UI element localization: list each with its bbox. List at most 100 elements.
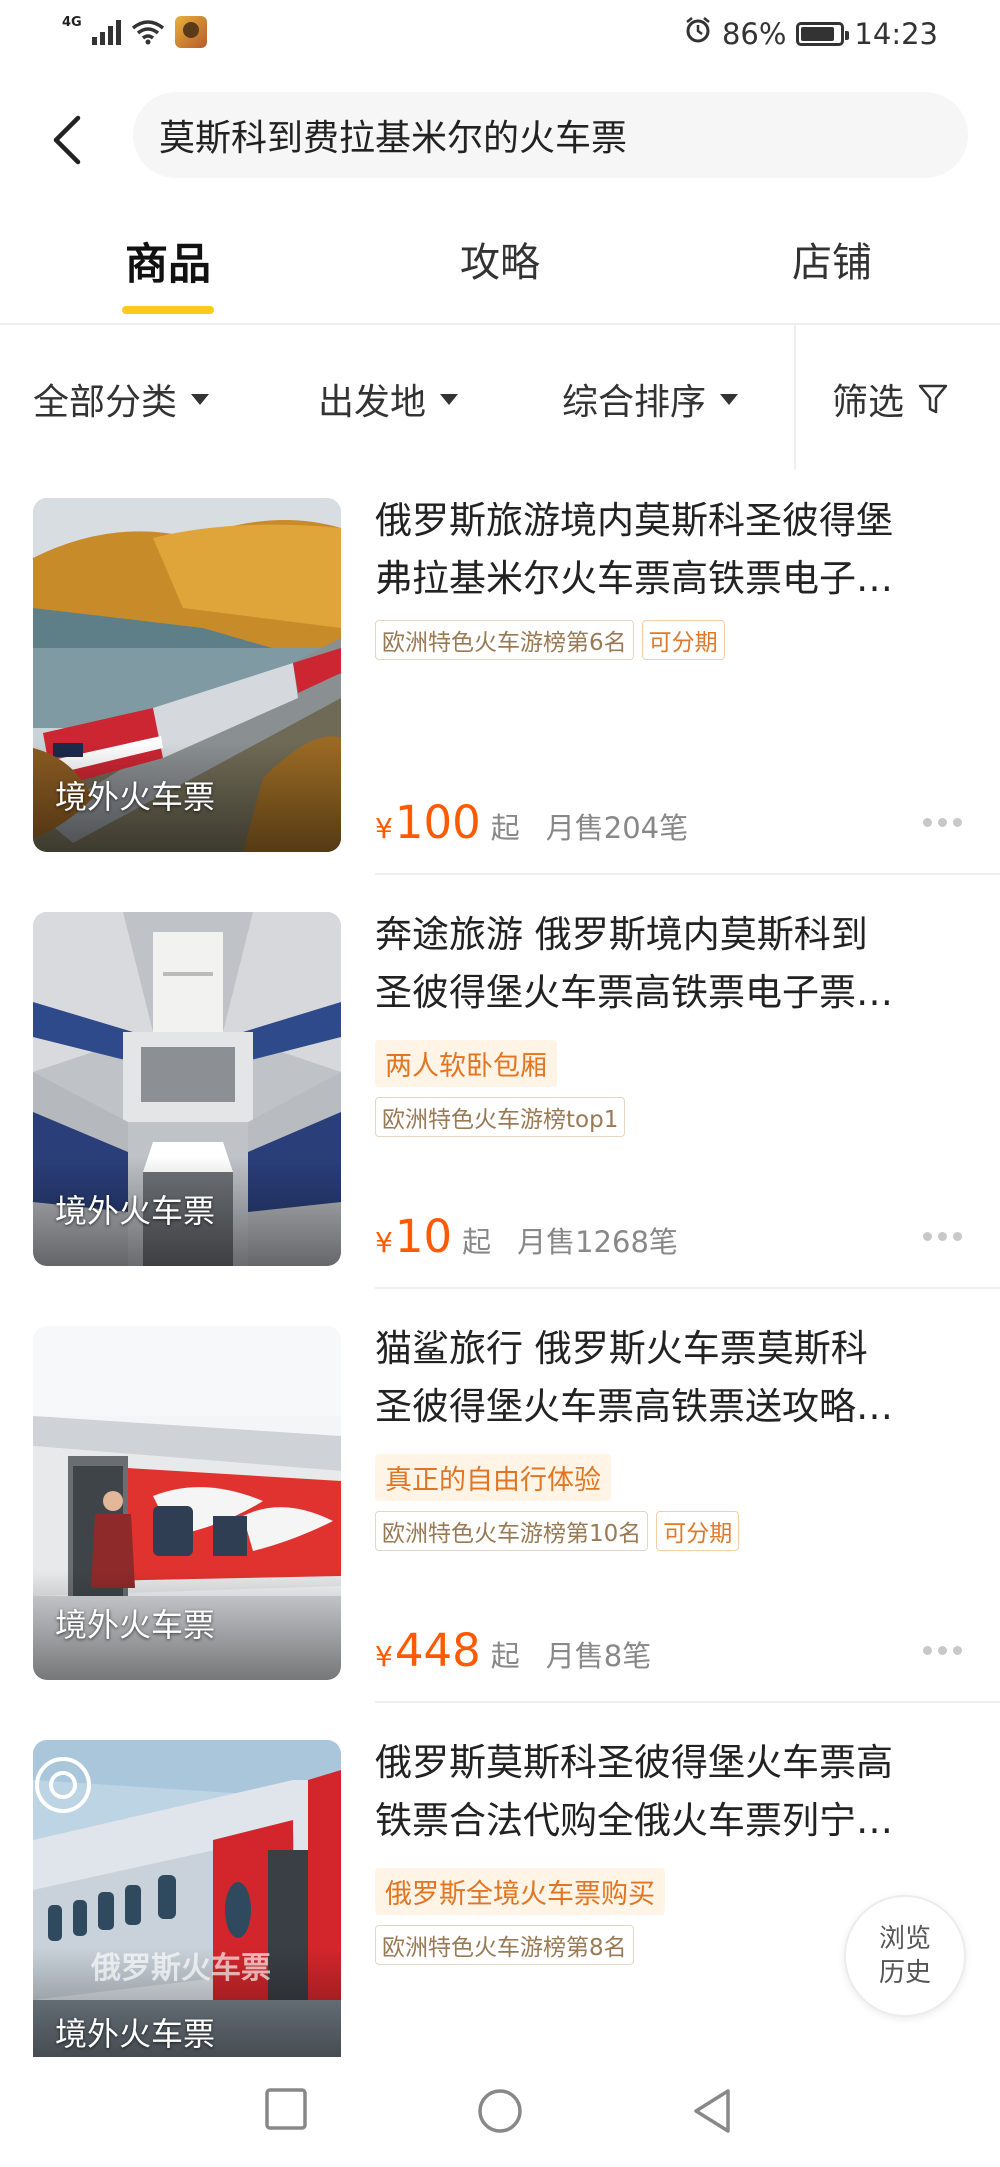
- ranking-tag: 欧洲特色火车游榜第10名: [375, 1511, 649, 1551]
- price: 10: [394, 1210, 453, 1263]
- category-filter-label: 全部分类: [33, 382, 178, 423]
- filter-bar: 全部分类 出发地 综合排序 筛选: [0, 325, 1000, 470]
- image-watermark: 俄罗斯火车票: [91, 1951, 271, 1986]
- product-card[interactable]: 境外火车票 奔途旅游 俄罗斯境内莫斯科到 圣彼得堡火车票高铁票电子票… 两人软卧…: [0, 912, 1000, 1324]
- home-button[interactable]: [476, 2087, 524, 2139]
- tab-guides[interactable]: 攻略: [460, 230, 540, 288]
- ranking-tag: 欧洲特色火车游榜第6名: [375, 620, 634, 660]
- active-tab-indicator: [122, 306, 214, 314]
- status-left: 4G: [62, 14, 207, 48]
- monthly-sales: 月售8笔: [545, 1639, 652, 1673]
- monthly-sales: 月售1268笔: [517, 1225, 678, 1259]
- currency-symbol: ¥: [375, 812, 393, 845]
- more-options-icon[interactable]: [923, 1232, 962, 1241]
- price-suffix: 起: [490, 1639, 520, 1673]
- monthly-sales: 月售204笔: [545, 811, 689, 845]
- divider: [375, 1701, 1000, 1703]
- price-suffix: 起: [462, 1225, 492, 1259]
- currency-symbol: ¥: [375, 1640, 393, 1673]
- installment-tag: 可分期: [656, 1511, 740, 1551]
- product-image[interactable]: 境外火车票: [33, 1326, 341, 1680]
- product-title-line: 奔途旅游 俄罗斯境内莫斯科到: [375, 913, 868, 956]
- product-card[interactable]: 境外火车票 俄罗斯旅游境内莫斯科圣彼得堡 弗拉基米尔火车票高铁票电子… 欧洲特色…: [0, 498, 1000, 910]
- category-filter[interactable]: 全部分类: [33, 373, 210, 425]
- search-query-text: 莫斯科到费拉基米尔的火车票: [159, 118, 628, 159]
- screen-filter-button[interactable]: 筛选: [832, 373, 948, 425]
- battery-percent: 86%: [721, 16, 787, 51]
- tab-products[interactable]: 商品: [125, 230, 211, 292]
- image-category-label: 境外火车票: [55, 1606, 216, 1644]
- chevron-left-icon: [53, 115, 81, 165]
- installment-tag: 可分期: [641, 620, 725, 660]
- caret-down-icon: [720, 393, 739, 405]
- price-row: ¥ 448 起 月售8笔: [375, 1624, 651, 1677]
- tag-row: 欧洲特色火车游榜top1: [375, 1097, 626, 1137]
- more-options-icon[interactable]: [923, 818, 962, 827]
- origin-filter[interactable]: 出发地: [318, 373, 459, 425]
- status-bar: 4G 86% 14:23: [0, 0, 1000, 70]
- highlight-tag: 真正的自由行体验: [375, 1454, 611, 1501]
- origin-filter-label: 出发地: [318, 382, 427, 423]
- price-row: ¥ 100 起 月售204笔: [375, 796, 688, 849]
- price: 448: [394, 1624, 481, 1677]
- funnel-icon: [918, 383, 948, 415]
- price-row: ¥ 10 起 月售1268笔: [375, 1210, 678, 1263]
- tab-bar: 商品 攻略 店铺: [0, 230, 1000, 320]
- back-nav-button[interactable]: [690, 2087, 734, 2139]
- ranking-tag: 欧洲特色火车游榜top1: [375, 1097, 626, 1137]
- tag-row: 欧洲特色火车游榜第6名 可分期: [375, 620, 725, 660]
- search-input[interactable]: 莫斯科到费拉基米尔的火车票: [133, 92, 968, 178]
- image-category-label: 境外火车票: [55, 778, 216, 816]
- battery-level: [801, 26, 835, 41]
- status-right: 86% 14:23: [684, 16, 938, 51]
- sort-filter-label: 综合排序: [562, 382, 707, 423]
- battery-icon: [796, 21, 850, 46]
- recent-apps-button[interactable]: [264, 2087, 308, 2135]
- product-card[interactable]: 境外火车票 猫鲨旅行 俄罗斯火车票莫斯科 圣彼得堡火车票高铁票送攻略… 真正的自…: [0, 1326, 1000, 1738]
- tag-row: 欧洲特色火车游榜第10名 可分期: [375, 1511, 740, 1551]
- product-image[interactable]: 俄罗斯火车票 境外火车票: [33, 1740, 341, 2057]
- notification-app-icon: [174, 16, 207, 48]
- product-title-line: 圣彼得堡火车票高铁票电子票…: [375, 971, 893, 1014]
- tag-row: 欧洲特色火车游榜第8名: [375, 1925, 634, 1965]
- product-title-line: 猫鲨旅行 俄罗斯火车票莫斯科: [375, 1327, 868, 1370]
- divider: [375, 873, 1000, 875]
- currency-symbol: ¥: [375, 1226, 393, 1259]
- more-options-icon[interactable]: [923, 1646, 962, 1655]
- highlight-tag: 两人软卧包厢: [375, 1040, 557, 1087]
- divider: [375, 1287, 1000, 1289]
- network-type: 4G: [62, 14, 82, 30]
- triangle-back-icon: [694, 2089, 730, 2133]
- product-title[interactable]: 俄罗斯莫斯科圣彼得堡火车票高 铁票合法代购全俄火车票列宁…: [375, 1734, 965, 1850]
- sort-filter[interactable]: 综合排序: [562, 373, 739, 425]
- price-suffix: 起: [490, 811, 520, 845]
- wifi-icon: [131, 19, 165, 45]
- product-title[interactable]: 猫鲨旅行 俄罗斯火车票莫斯科 圣彼得堡火车票高铁票送攻略…: [375, 1320, 965, 1436]
- divider: [794, 325, 796, 470]
- product-title-line: 铁票合法代购全俄火车票列宁…: [375, 1799, 893, 1842]
- image-category-label: 境外火车票: [55, 1192, 216, 1230]
- product-title[interactable]: 奔途旅游 俄罗斯境内莫斯科到 圣彼得堡火车票高铁票电子票…: [375, 906, 965, 1022]
- browse-history-button[interactable]: 浏览 历史: [844, 1895, 966, 2017]
- tab-shops[interactable]: 店铺: [792, 230, 872, 288]
- system-nav-bar: [0, 2057, 1000, 2167]
- clock-time: 14:23: [854, 16, 938, 51]
- caret-down-icon: [440, 393, 459, 405]
- screen-filter-label: 筛选: [832, 382, 905, 423]
- browse-history-label: 浏览: [878, 1924, 931, 1954]
- product-image[interactable]: 境外火车票: [33, 912, 341, 1266]
- ranking-tag: 欧洲特色火车游榜第8名: [375, 1925, 634, 1965]
- product-title-line: 弗拉基米尔火车票高铁票电子…: [375, 557, 893, 600]
- image-category-label: 境外火车票: [55, 2015, 216, 2053]
- product-image[interactable]: 境外火车票: [33, 498, 341, 852]
- product-title[interactable]: 俄罗斯旅游境内莫斯科圣彼得堡 弗拉基米尔火车票高铁票电子…: [375, 492, 965, 608]
- product-title-line: 俄罗斯旅游境内莫斯科圣彼得堡: [375, 499, 893, 542]
- alarm-icon: [684, 16, 712, 51]
- back-button[interactable]: [48, 110, 88, 170]
- product-title-line: 圣彼得堡火车票高铁票送攻略…: [375, 1385, 893, 1428]
- signal-icon: [91, 19, 121, 45]
- circle-icon: [478, 2089, 522, 2133]
- product-title-line: 俄罗斯莫斯科圣彼得堡火车票高: [375, 1741, 893, 1784]
- price: 100: [394, 796, 481, 849]
- highlight-tag: 俄罗斯全境火车票购买: [375, 1868, 665, 1915]
